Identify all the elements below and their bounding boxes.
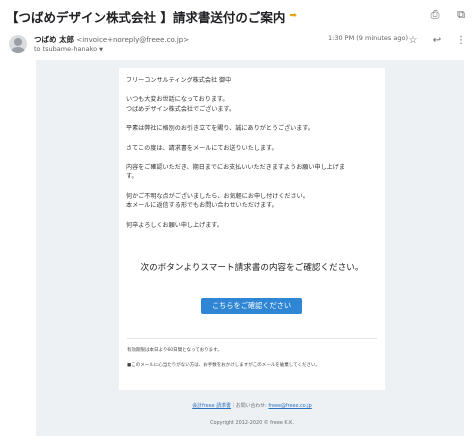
subject-actions: ⎙ ⧉ [428,8,468,22]
service-link[interactable]: 会計freee 請求書 [192,403,231,409]
star-icon[interactable]: ☆ [406,33,420,47]
print-icon[interactable]: ⎙ [428,8,442,22]
copyright: Copyright 2012-2020 © freee K.K. [210,420,294,426]
recipient-name: フリーコンサルティング株式会社 御中 [126,77,232,84]
recipient-line[interactable]: to tsubame-hanako ▼ [34,45,103,53]
chevron-down-icon[interactable]: ▼ [99,47,103,53]
reply-icon[interactable]: ↩ [430,33,444,47]
request-line-1: 内容をご確認いただき、期日までにお支払いいただきますようお願い申し上げま [126,164,345,172]
footer-links: 会計freee 請求書｜お問い合わせ: freee@freee.co.jp [119,402,385,409]
greeting-paragraph: いつも大変お世話になっております。 つばめデザイン株式会社でございます。 [126,95,378,114]
more-icon[interactable]: ⋮ [454,33,468,47]
ignore-note: ■このメールに心当たりがない方は、お手数をおかけしますがこのメールを破棄してくだ… [127,363,320,368]
sender-address: <invoice+noreply@freee.co.jp> [76,36,190,44]
divider [127,338,377,339]
sender-name[interactable]: つばめ 太郎 [34,35,74,44]
contact-line-2: 本メールに返信する形でもお問い合わせいただけます。 [126,202,278,210]
view-invoice-button[interactable]: こちらをご確認ください [201,298,302,314]
request-line-2: す。 [126,173,138,181]
email-subject: 【つばめデザイン株式会社 】請求書送付のご案内 [6,9,286,25]
email-card: フリーコンサルティング株式会社 御中 いつも大変お世話になっております。 つばめ… [119,68,385,390]
validity-note: 有効期限は本日より60日間となっております。 [127,348,222,353]
request-paragraph: 内容をご確認いただき、期日までにお支払いいただきますようお願い申し上げま す。 [126,163,378,182]
contact-paragraph: 何かご不明な点がございましたら、お気軽にお申し付けください。 本メールに返信する… [126,192,378,211]
label-arrow-icon[interactable]: ➡ [289,11,297,21]
contact-email-link[interactable]: freee@freee.co.jp [268,403,311,409]
cta-heading: 次のボタンよりスマート請求書の内容をご確認ください。 [140,263,364,273]
subject-row: 【つばめデザイン株式会社 】請求書送付のご案内 ➡ ⎙ ⧉ [6,5,468,27]
timestamp: 1:30 PM (9 minutes ago) [328,34,408,42]
email-body-text: フリーコンサルティング株式会社 御中 いつも大変お世話になっております。 つばめ… [126,76,378,240]
notice-paragraph: さてこの度は、請求書をメールにてお送りいたします。 [126,144,278,152]
contact-line-1: 何かご不明な点がございましたら、お気軽にお申し付けください。 [126,192,309,200]
greeting-line-2: つばめデザイン株式会社でございます。 [126,105,236,113]
contact-prefix: お問い合わせ: [235,403,267,409]
thanks-paragraph: 平素は弊社に格別のお引き立てを賜り、誠にありがとうございます。 [126,125,314,133]
header-actions: ☆ ↩ ⋮ [406,33,468,47]
closing-paragraph: 何卒よろしくお願い申し上げます。 [126,221,223,229]
avatar[interactable] [9,35,27,53]
message-header: つばめ 太郎 <invoice+noreply@freee.co.jp> to … [6,33,468,59]
recipient-text: to tsubame-hanako [34,45,98,53]
sender-line: つばめ 太郎 <invoice+noreply@freee.co.jp> [34,34,189,45]
open-new-window-icon[interactable]: ⧉ [454,8,468,22]
greeting-line-1: いつも大変お世話になっております。 [126,96,229,104]
